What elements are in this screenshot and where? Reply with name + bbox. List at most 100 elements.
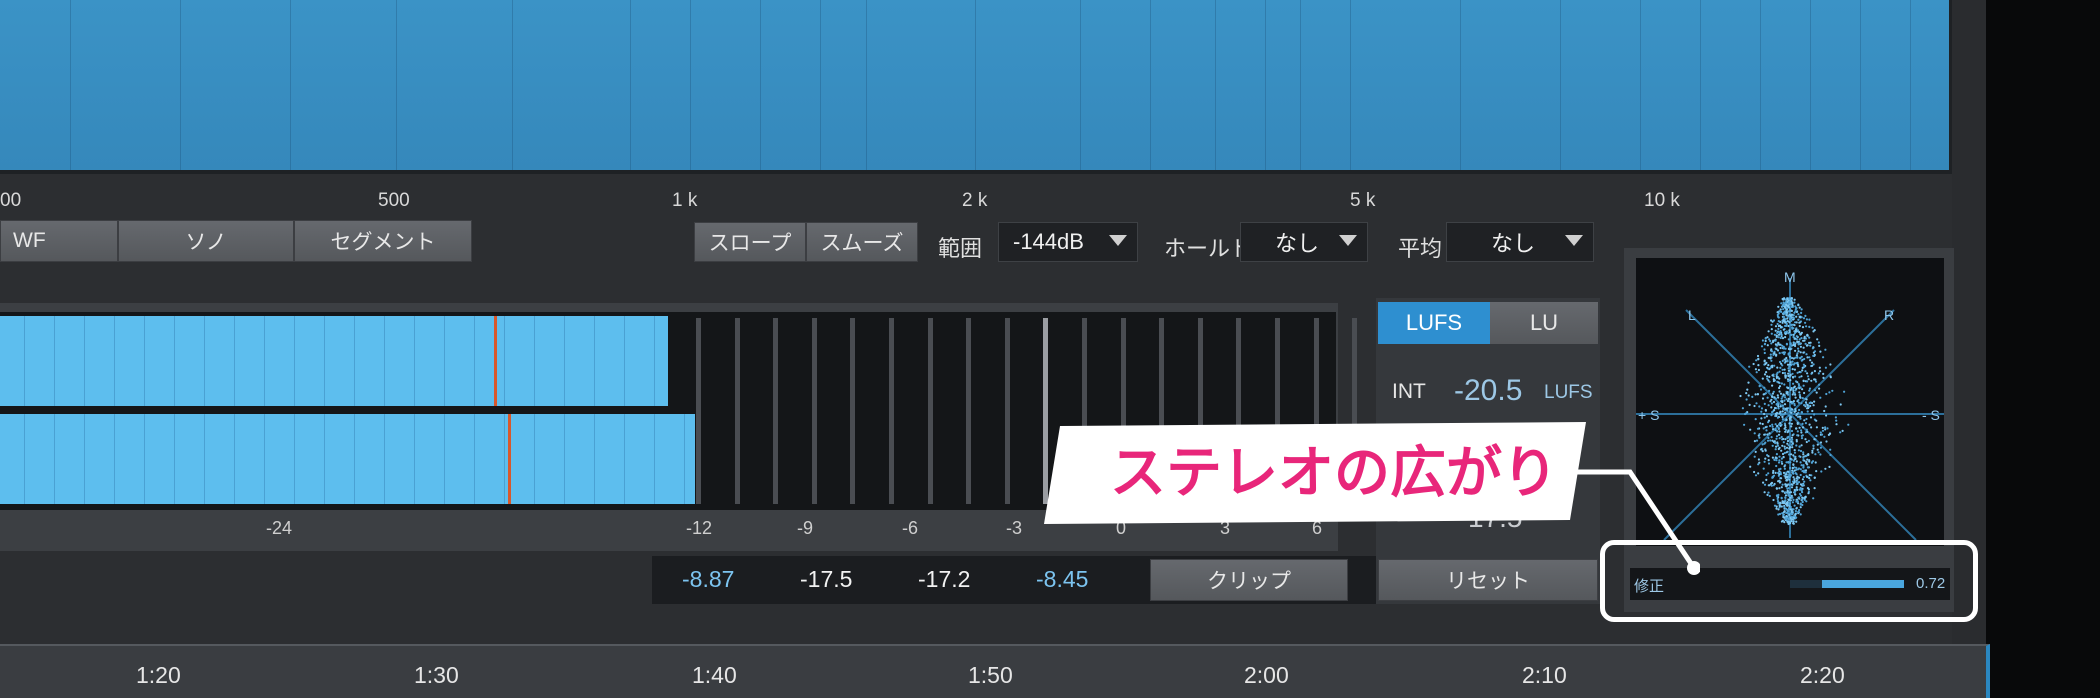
scope-point xyxy=(1790,440,1793,443)
scope-point xyxy=(1764,449,1767,452)
scope-point xyxy=(1775,353,1778,356)
scope-point xyxy=(1768,380,1771,383)
scope-label-l: L xyxy=(1688,307,1696,323)
scope-point xyxy=(1770,414,1773,417)
scope-point xyxy=(1813,476,1816,479)
scope-point xyxy=(1777,320,1780,323)
spectrum-gridline xyxy=(1760,0,1761,170)
scope-point xyxy=(1760,448,1763,451)
scope-point xyxy=(1763,402,1766,405)
scope-point xyxy=(1767,462,1771,465)
scope-point xyxy=(1794,308,1797,311)
scope-point xyxy=(1763,348,1766,351)
scope-point xyxy=(1789,466,1792,470)
spectrum-gridline xyxy=(1150,0,1151,170)
scope-point xyxy=(1802,346,1805,349)
scope-point xyxy=(1776,366,1779,369)
scope-point xyxy=(1774,423,1777,426)
scope-point xyxy=(1788,422,1791,425)
scope-point xyxy=(1798,509,1801,512)
meter-scale-label: -12 xyxy=(686,518,713,538)
scope-point xyxy=(1778,352,1781,355)
scope-point xyxy=(1783,383,1786,386)
scope-point xyxy=(1772,319,1776,322)
scope-point xyxy=(1811,409,1814,413)
slope-button[interactable]: スロープ xyxy=(694,222,806,262)
hold-select[interactable]: なし xyxy=(1240,222,1368,262)
scope-point xyxy=(1805,353,1808,356)
scope-point xyxy=(1777,396,1780,399)
scope-point xyxy=(1786,304,1789,307)
scope-point xyxy=(1782,456,1785,459)
scope-point xyxy=(1793,455,1796,458)
spectrum-gridline xyxy=(1640,0,1641,170)
peak-marker-lower xyxy=(507,414,511,504)
scope-point xyxy=(1763,412,1766,416)
scope-point xyxy=(1751,395,1754,398)
scope-point xyxy=(1773,440,1776,443)
scope-point xyxy=(1760,407,1764,410)
spectrum-gridline xyxy=(866,0,867,170)
scope-point xyxy=(1804,438,1807,441)
scope-point xyxy=(1789,356,1792,359)
scope-point xyxy=(1780,302,1783,305)
scope-point xyxy=(1758,384,1761,387)
scope-point xyxy=(1795,427,1798,430)
scope-point xyxy=(1810,379,1813,382)
scope-point xyxy=(1801,426,1805,429)
average-select[interactable]: なし xyxy=(1446,222,1594,262)
scope-point xyxy=(1776,441,1779,444)
scope-point xyxy=(1771,384,1774,387)
scope-point xyxy=(1831,389,1834,392)
scope-point xyxy=(1795,486,1798,489)
scope-point xyxy=(1791,446,1794,449)
meter-tick xyxy=(734,318,740,504)
smooth-button[interactable]: スムーズ xyxy=(806,222,918,262)
scope-point xyxy=(1791,372,1794,375)
scope-point xyxy=(1798,321,1801,324)
scope-point xyxy=(1803,365,1806,368)
scope-point xyxy=(1812,447,1815,450)
scope-point xyxy=(1775,347,1778,350)
scope-point xyxy=(1793,491,1796,494)
scope-point xyxy=(1767,459,1770,462)
scope-point xyxy=(1799,461,1802,464)
scope-point xyxy=(1793,385,1796,388)
wf-button[interactable]: WF xyxy=(0,220,118,262)
scope-point xyxy=(1788,363,1792,366)
scope-point xyxy=(1772,471,1775,474)
scope-point xyxy=(1766,344,1769,347)
scope-point xyxy=(1788,307,1792,310)
scope-point xyxy=(1797,481,1801,484)
scope-point xyxy=(1788,330,1791,334)
scope-point xyxy=(1789,400,1792,403)
range-select[interactable]: -144dB xyxy=(998,222,1138,262)
scope-point xyxy=(1755,402,1758,405)
scope-point xyxy=(1769,424,1772,428)
scope-point xyxy=(1787,520,1790,523)
segment-button[interactable]: セグメント xyxy=(294,220,472,262)
tab-lu[interactable]: LU xyxy=(1490,302,1598,344)
meter-segment xyxy=(474,316,475,406)
scope-point xyxy=(1795,444,1798,447)
scope-point xyxy=(1776,322,1779,326)
scope-point xyxy=(1754,368,1757,371)
scope-point xyxy=(1818,383,1821,386)
scope-point xyxy=(1789,314,1792,317)
scope-point xyxy=(1782,514,1785,517)
scope-point xyxy=(1791,368,1794,371)
meter-segment xyxy=(654,316,655,406)
meter-segment xyxy=(534,414,535,504)
scope-point xyxy=(1787,367,1790,370)
scope-point xyxy=(1803,459,1806,462)
scope-point xyxy=(1781,395,1784,398)
sono-button[interactable]: ソノ xyxy=(118,220,294,262)
scope-point xyxy=(1805,325,1808,328)
scope-point xyxy=(1789,361,1792,364)
scope-point xyxy=(1797,496,1801,499)
tab-lufs[interactable]: LUFS xyxy=(1378,302,1490,344)
scope-point xyxy=(1780,477,1783,480)
scope-point xyxy=(1778,459,1781,462)
scope-point xyxy=(1799,342,1802,346)
scope-point xyxy=(1784,407,1787,410)
